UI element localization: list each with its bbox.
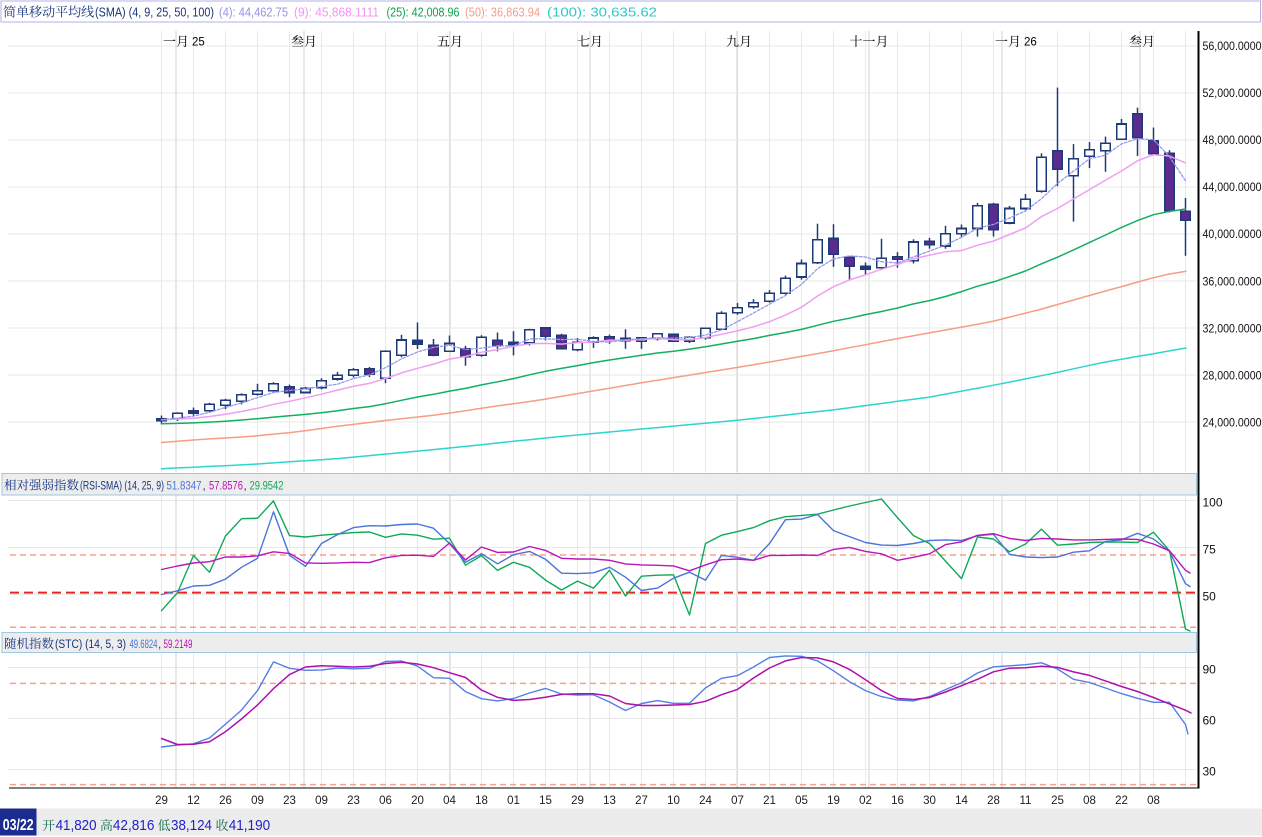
svg-text:38,124: 38,124	[171, 817, 212, 834]
svg-text:30: 30	[923, 795, 936, 807]
svg-text:23: 23	[283, 795, 296, 807]
svg-text:56,000.0000: 56,000.0000	[1203, 39, 1262, 53]
svg-text:29: 29	[571, 795, 584, 807]
svg-text:49.6824: 49.6824	[130, 639, 158, 651]
svg-text:90: 90	[1203, 663, 1217, 677]
svg-text:(SMA) (4, 9, 25, 50, 100): (SMA) (4, 9, 25, 50, 100)	[95, 6, 214, 20]
svg-text:02: 02	[859, 795, 872, 807]
svg-text:,: ,	[158, 639, 161, 651]
svg-text:32,000.0000: 32,000.0000	[1203, 321, 1262, 335]
svg-text:(STC) (14, 5, 3): (STC) (14, 5, 3)	[55, 639, 126, 651]
svg-text:41,820: 41,820	[56, 817, 97, 834]
svg-text:29: 29	[155, 795, 168, 807]
svg-text:26: 26	[219, 795, 232, 807]
svg-text:(100): 30,635.62: (100): 30,635.62	[547, 6, 657, 20]
svg-text:05: 05	[795, 795, 808, 807]
svg-text:52,000.0000: 52,000.0000	[1203, 86, 1262, 100]
svg-text:30: 30	[1203, 765, 1217, 779]
svg-text:03/22: 03/22	[3, 817, 34, 834]
svg-text:18: 18	[475, 795, 488, 807]
svg-text:44,000.0000: 44,000.0000	[1203, 180, 1262, 194]
svg-text:29.9542: 29.9542	[250, 481, 284, 493]
svg-text:28: 28	[987, 795, 1000, 807]
svg-text:40,000.0000: 40,000.0000	[1203, 227, 1262, 241]
svg-text:21: 21	[763, 795, 776, 807]
svg-text:(RSI-SMA) (14, 25, 9): (RSI-SMA) (14, 25, 9)	[80, 481, 164, 493]
svg-text:59.2149: 59.2149	[164, 639, 193, 651]
svg-text:09: 09	[315, 795, 328, 807]
svg-text:24,000.0000: 24,000.0000	[1203, 415, 1262, 429]
svg-text:,: ,	[203, 481, 206, 493]
svg-text:07: 07	[731, 795, 744, 807]
svg-text:13: 13	[603, 795, 616, 807]
svg-text:20: 20	[411, 795, 424, 807]
svg-text:(4): 44,462.75: (4): 44,462.75	[219, 6, 288, 20]
svg-text:08: 08	[1083, 795, 1096, 807]
svg-text:(25): 42,008.96: (25): 42,008.96	[387, 6, 460, 20]
svg-text:36,000.0000: 36,000.0000	[1203, 274, 1262, 288]
svg-text:12: 12	[187, 795, 200, 807]
svg-text:10: 10	[667, 795, 680, 807]
svg-text:60: 60	[1203, 714, 1217, 728]
svg-text:26: 26	[1024, 37, 1037, 49]
svg-text:15: 15	[539, 795, 552, 807]
svg-text:51.8347: 51.8347	[167, 481, 202, 493]
svg-text:09: 09	[251, 795, 264, 807]
svg-text:25: 25	[192, 37, 205, 49]
svg-text:,: ,	[244, 481, 247, 493]
svg-text:(50): 36,863.94: (50): 36,863.94	[465, 6, 540, 20]
svg-text:23: 23	[347, 795, 360, 807]
svg-text:06: 06	[379, 795, 392, 807]
svg-text:41,190: 41,190	[229, 817, 271, 834]
svg-text:22: 22	[1115, 795, 1128, 807]
svg-text:25: 25	[1051, 795, 1064, 807]
svg-text:11: 11	[1020, 795, 1032, 807]
svg-text:48,000.0000: 48,000.0000	[1203, 133, 1262, 147]
svg-text:16: 16	[891, 795, 904, 807]
svg-text:28,000.0000: 28,000.0000	[1203, 368, 1262, 382]
svg-text:(9): 45,868.1111: (9): 45,868.1111	[294, 6, 379, 20]
svg-text:50: 50	[1203, 590, 1217, 604]
svg-text:08: 08	[1147, 795, 1160, 807]
svg-text:57.8576: 57.8576	[209, 481, 243, 493]
svg-text:14: 14	[955, 795, 968, 807]
svg-text:42,816: 42,816	[113, 817, 154, 834]
svg-text:01: 01	[507, 795, 520, 807]
svg-text:75: 75	[1203, 543, 1217, 557]
svg-text:24: 24	[699, 795, 712, 807]
svg-text:04: 04	[443, 795, 456, 807]
svg-text:27: 27	[635, 795, 648, 807]
svg-text:19: 19	[827, 795, 840, 807]
svg-text:100: 100	[1203, 496, 1223, 510]
